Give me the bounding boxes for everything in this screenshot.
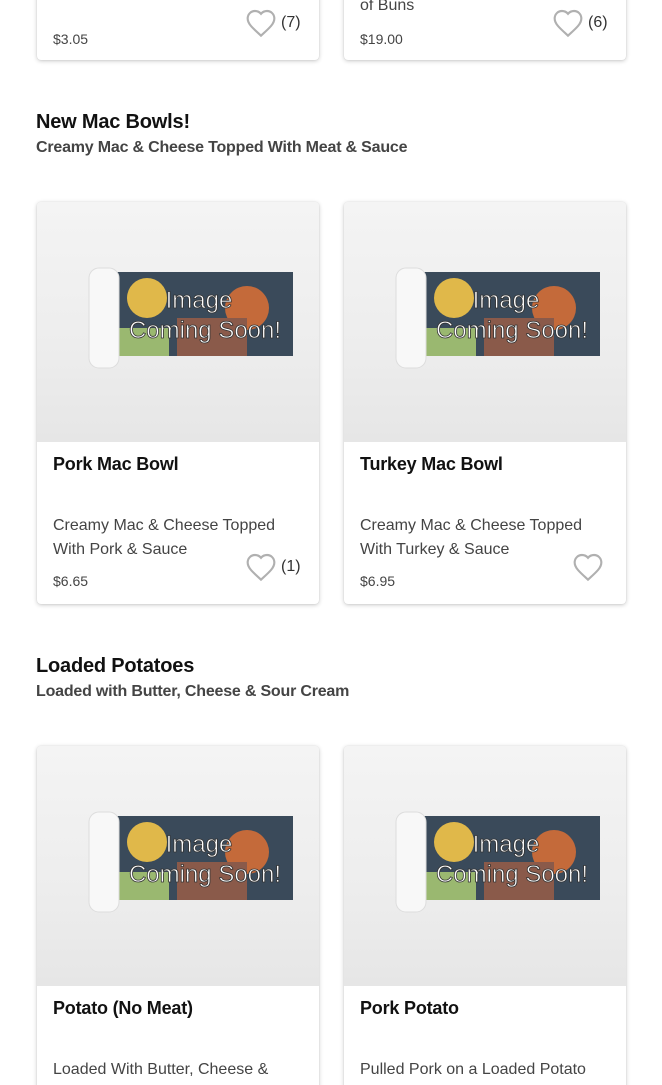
heart-outline-icon: [553, 9, 583, 38]
favorite-button[interactable]: (1): [245, 552, 301, 582]
image-coming-soon-graphic: Image Coming Soon!: [395, 811, 600, 913]
favorite-button[interactable]: (6): [552, 8, 608, 38]
favorite-button[interactable]: (7): [245, 8, 301, 38]
svg-text:Coming Soon!: Coming Soon!: [129, 317, 281, 344]
section-subtitle: Loaded with Butter, Cheese & Sour Cream: [36, 683, 350, 700]
item-description: Pulled Pork on a Loaded Potato: [360, 1061, 586, 1078]
menu-item-card[interactable]: $3.05 (7): [37, 0, 319, 60]
item-price: $6.65: [53, 573, 89, 589]
menu-item-card[interactable]: Image Coming Soon! Pork Potato Pulled Po…: [344, 746, 626, 1085]
menu-item-card[interactable]: Image Coming Soon! Pork Mac Bowl Creamy …: [37, 202, 319, 604]
item-image-placeholder: Image Coming Soon!: [344, 746, 626, 986]
section-title: Loaded Potatoes: [36, 655, 195, 677]
image-coming-soon-graphic: Image Coming Soon!: [88, 811, 293, 913]
heart-outline-icon: [573, 553, 603, 582]
svg-text:Coming Soon!: Coming Soon!: [129, 861, 281, 888]
item-image-placeholder: Image Coming Soon!: [344, 202, 626, 442]
svg-text:Image: Image: [166, 831, 233, 858]
favorite-button[interactable]: [572, 552, 604, 582]
image-coming-soon-graphic: Image Coming Soon!: [395, 267, 600, 369]
section-subtitle: Creamy Mac & Cheese Topped With Meat & S…: [36, 139, 408, 156]
item-price: $3.05: [53, 31, 89, 47]
item-name-tail: of Buns: [360, 0, 415, 14]
svg-text:Image: Image: [473, 287, 540, 314]
item-description: Loaded With Butter, Cheese & Sour: [53, 1061, 269, 1078]
heart-outline-icon: [246, 553, 276, 582]
favorite-count: (1): [281, 558, 301, 575]
svg-text:Coming Soon!: Coming Soon!: [436, 317, 588, 344]
svg-text:Image: Image: [166, 287, 233, 314]
menu-item-card[interactable]: Image Coming Soon! Turkey Mac Bowl Cream…: [344, 202, 626, 604]
item-image-placeholder: Image Coming Soon!: [37, 746, 319, 986]
menu-item-card[interactable]: of Buns $19.00 (6): [344, 0, 626, 60]
item-name: Potato (No Meat): [53, 998, 193, 1018]
item-price: $6.95: [360, 573, 396, 589]
favorite-count: (7): [281, 14, 301, 31]
svg-text:Coming Soon!: Coming Soon!: [436, 861, 588, 888]
item-name: Turkey Mac Bowl: [360, 454, 503, 474]
item-name: Pork Potato: [360, 998, 459, 1018]
menu-item-card[interactable]: Image Coming Soon! Potato (No Meat) Load…: [37, 746, 319, 1085]
image-coming-soon-graphic: Image Coming Soon!: [88, 267, 293, 369]
section-title: New Mac Bowls!: [36, 111, 190, 133]
item-description: Creamy Mac & Cheese Topped With Turkey &…: [360, 517, 583, 558]
heart-outline-icon: [246, 9, 276, 38]
favorite-count: (6): [588, 14, 608, 31]
svg-text:Image: Image: [473, 831, 540, 858]
item-name: Pork Mac Bowl: [53, 454, 179, 474]
item-image-placeholder: Image Coming Soon!: [37, 202, 319, 442]
item-price: $19.00: [360, 31, 403, 47]
